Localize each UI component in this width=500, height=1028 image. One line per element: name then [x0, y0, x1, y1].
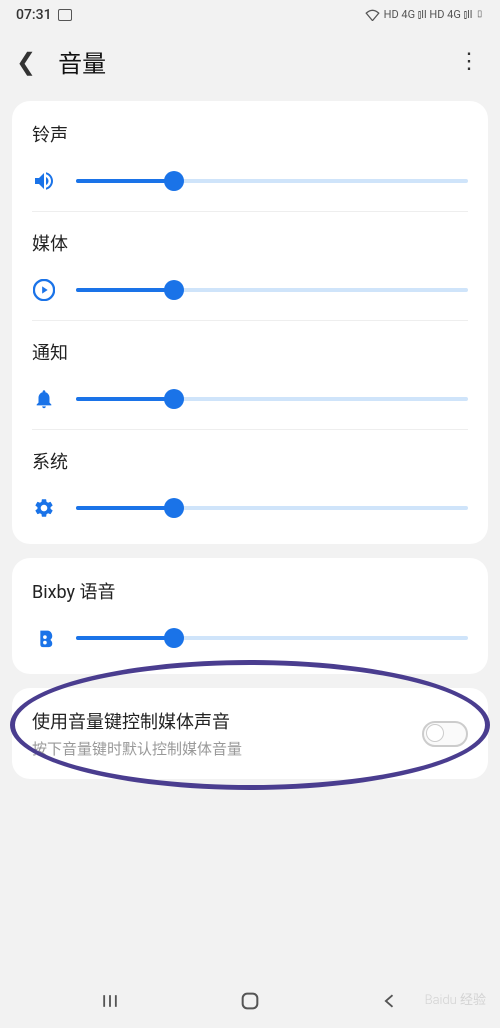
back-nav-button[interactable]	[370, 981, 410, 1021]
notification-slider[interactable]	[76, 387, 468, 411]
page-title: 音量	[58, 44, 106, 79]
ringtone-slider[interactable]	[76, 169, 468, 193]
system-slider[interactable]	[76, 496, 468, 520]
toggle-title: 使用音量键控制媒体声音	[32, 708, 422, 734]
recents-button[interactable]	[90, 981, 130, 1021]
bixby-slider[interactable]	[76, 626, 468, 650]
system-section: 系统	[32, 429, 468, 524]
notification-row	[32, 387, 468, 411]
ringtone-label: 铃声	[32, 121, 468, 147]
volume-sliders-card: 铃声 媒体 通知	[12, 101, 488, 544]
media-slider[interactable]	[76, 278, 468, 302]
system-row	[32, 496, 468, 520]
media-row	[32, 278, 468, 302]
toggle-knob	[426, 724, 444, 742]
status-time: 07:31	[16, 7, 52, 23]
toggle-text: 使用音量键控制媒体声音 按下音量键时默认控制媒体音量	[32, 708, 422, 759]
bell-icon	[32, 387, 56, 411]
notification-section: 通知	[32, 320, 468, 429]
bixby-row	[32, 626, 468, 650]
bixby-card: Bixby 语音	[12, 558, 488, 674]
toggle-description: 按下音量键时默认控制媒体音量	[32, 738, 422, 759]
wifi-icon	[365, 9, 380, 21]
toggle-switch[interactable]	[422, 721, 468, 747]
volume-key-toggle-card[interactable]: 使用音量键控制媒体声音 按下音量键时默认控制媒体音量	[12, 688, 488, 779]
speaker-icon	[32, 169, 56, 193]
status-bar: 07:31 HD 4G ⫾ll HD 4G ⫾ll ▯	[0, 0, 500, 30]
play-icon	[32, 278, 56, 302]
picture-icon	[58, 9, 72, 21]
notification-label: 通知	[32, 339, 468, 365]
back-button[interactable]: ❮	[16, 48, 36, 76]
media-section: 媒体	[32, 211, 468, 320]
bixby-icon	[32, 626, 56, 650]
more-options-button[interactable]: ⋮	[454, 49, 484, 74]
ringtone-row	[32, 169, 468, 193]
media-label: 媒体	[32, 230, 468, 256]
status-indicators: HD 4G ⫾ll HD 4G ⫾ll ▯	[384, 8, 484, 22]
status-right: HD 4G ⫾ll HD 4G ⫾ll ▯	[365, 8, 484, 22]
home-button[interactable]	[230, 981, 270, 1021]
bixby-label: Bixby 语音	[32, 578, 468, 604]
header: ❮ 音量 ⋮	[0, 30, 500, 101]
status-left: 07:31	[16, 7, 72, 23]
ringtone-section: 铃声	[32, 121, 468, 211]
gear-icon	[32, 496, 56, 520]
system-label: 系统	[32, 448, 468, 474]
watermark: Baidu 经验	[425, 989, 486, 1008]
bixby-section: Bixby 语音	[32, 578, 468, 654]
